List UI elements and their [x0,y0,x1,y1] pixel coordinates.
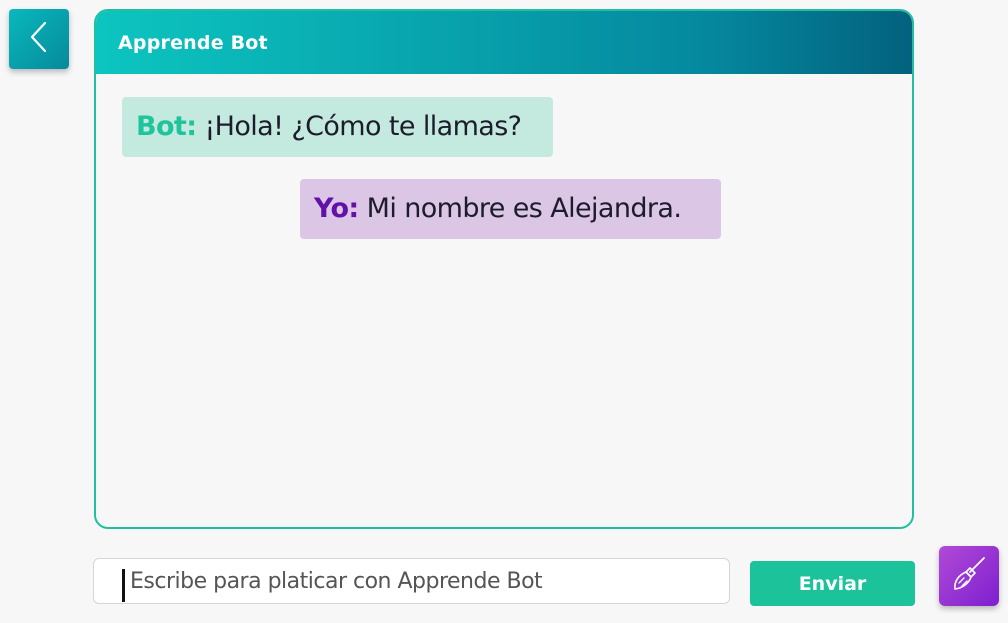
broom-icon [949,554,989,598]
chat-input[interactable] [130,568,720,594]
chevron-left-icon [27,19,51,59]
bot-message: Bot: ¡Hola! ¿Cómo te llamas? [122,97,553,157]
chat-panel: Apprende Bot Bot: ¡Hola! ¿Cómo te llamas?… [94,9,914,529]
chat-header: Apprende Bot [96,11,912,74]
chat-input-container [93,558,730,604]
chat-title: Apprende Bot [118,31,268,54]
text-caret [122,569,125,602]
clear-chat-button[interactable] [939,546,999,606]
bot-speaker-label: Bot: [136,111,197,142]
user-message-text: Mi nombre es Alejandra. [366,193,682,224]
send-button-label: Enviar [798,572,867,595]
send-button[interactable]: Enviar [750,561,915,606]
user-speaker-label: Yo: [314,193,359,224]
bot-message-text: ¡Hola! ¿Cómo te llamas? [204,111,522,142]
user-message: Yo: Mi nombre es Alejandra. [300,179,721,239]
back-button[interactable] [9,9,69,69]
